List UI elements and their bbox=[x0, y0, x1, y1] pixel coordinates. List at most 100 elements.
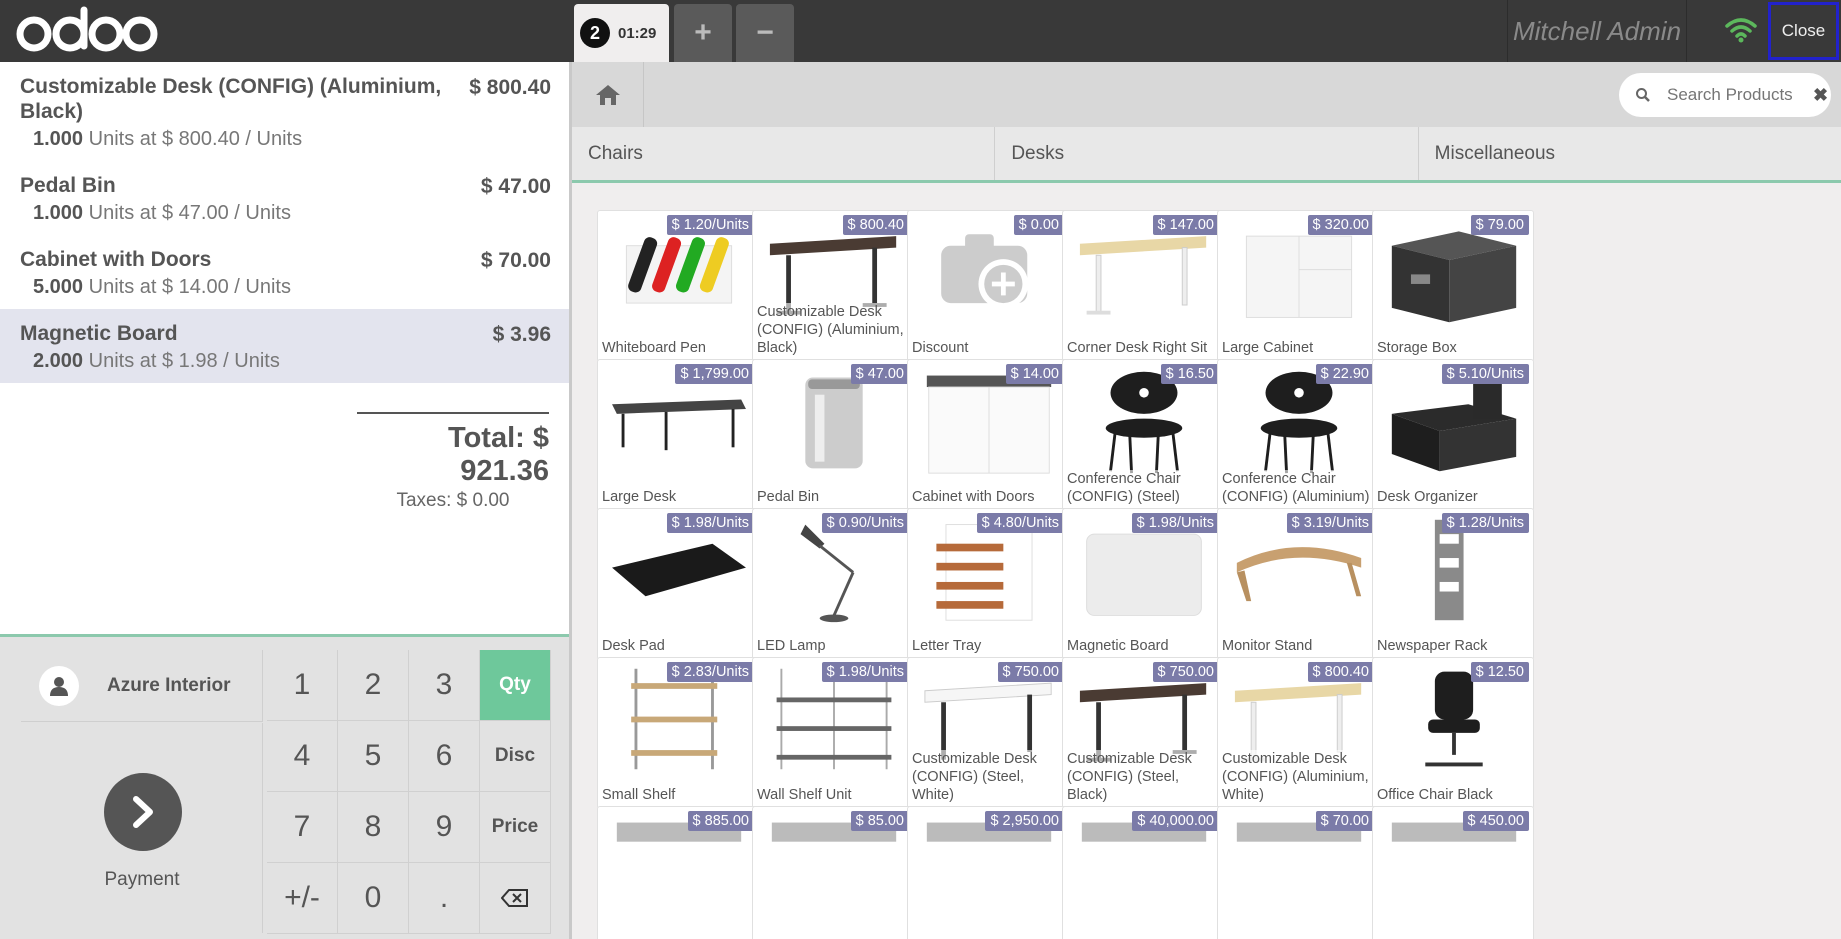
numpad-key-0[interactable]: 0 bbox=[338, 863, 409, 934]
order-line-qty: 1.000 bbox=[33, 202, 84, 224]
order-line[interactable]: Cabinet with Doors $ 70.00 5.000 Units a… bbox=[0, 235, 569, 309]
category-miscellaneous[interactable]: Miscellaneous bbox=[1419, 127, 1841, 180]
delete-order-button[interactable]: − bbox=[736, 4, 794, 62]
product-card[interactable]: $ 450.00 bbox=[1372, 806, 1534, 939]
product-card[interactable]: $ 47.00 Pedal Bin bbox=[752, 359, 914, 511]
search-input[interactable] bbox=[1667, 85, 1797, 105]
order-summary: Total: $ 921.36 Taxes: $ 0.00 bbox=[357, 412, 549, 512]
wifi-icon bbox=[1725, 18, 1757, 43]
order-tab[interactable]: 2 01:29 bbox=[574, 4, 669, 62]
order-line-unit-info: Units at $ 1.98 / Units bbox=[88, 350, 280, 372]
product-name: Small Shelf bbox=[602, 786, 756, 804]
product-card[interactable]: $ 2.83/Units Small Shelf bbox=[597, 657, 759, 809]
order-line[interactable]: Customizable Desk (CONFIG) (Aluminium, B… bbox=[0, 62, 569, 161]
product-card[interactable]: $ 70.00 bbox=[1217, 806, 1379, 939]
product-card[interactable]: $ 750.00 Customizable Desk (CONFIG) (Stee… bbox=[907, 657, 1069, 809]
price-tag: $ 1,799.00 bbox=[675, 364, 754, 384]
product-card[interactable]: $ 1,799.00 Large Desk bbox=[597, 359, 759, 511]
product-card[interactable]: $ 5.10/Units Desk Organizer bbox=[1372, 359, 1534, 511]
numpad-key-2[interactable]: 2 bbox=[338, 650, 409, 721]
user-area[interactable]: Mitchell Admin bbox=[1507, 0, 1687, 62]
product-card[interactable]: $ 22.90 Conference Chair (CONFIG) (Alumin… bbox=[1217, 359, 1379, 511]
product-card[interactable]: $ 1.98/Units Magnetic Board bbox=[1062, 508, 1224, 660]
order-lines: Customizable Desk (CONFIG) (Aluminium, B… bbox=[0, 62, 569, 383]
product-name: LED Lamp bbox=[757, 637, 911, 655]
price-tag: $ 320.00 bbox=[1307, 215, 1374, 235]
product-card[interactable]: $ 16.50 Conference Chair (CONFIG) (Steel) bbox=[1062, 359, 1224, 511]
order-line-unit-info: Units at $ 14.00 / Units bbox=[88, 276, 291, 298]
order-line[interactable]: Pedal Bin $ 47.00 1.000 Units at $ 47.00… bbox=[0, 161, 569, 235]
product-name: Pedal Bin bbox=[757, 488, 911, 506]
price-tag: $ 0.00 bbox=[1013, 215, 1064, 235]
product-card[interactable]: $ 885.00 bbox=[597, 806, 759, 939]
numpad-key-9[interactable]: 9 bbox=[409, 792, 480, 863]
search-icon bbox=[1636, 88, 1650, 102]
product-name: Customizable Desk (CONFIG) (Aluminium, B… bbox=[757, 303, 911, 357]
product-card[interactable]: $ 147.00 Corner Desk Right Sit bbox=[1062, 210, 1224, 362]
product-card[interactable]: $ 14.00 Cabinet with Doors bbox=[907, 359, 1069, 511]
product-card[interactable]: $ 1.98/Units Desk Pad bbox=[597, 508, 759, 660]
order-line-info: 5.000 Units at $ 14.00 / Units bbox=[33, 276, 549, 299]
category-desks[interactable]: Desks bbox=[995, 127, 1419, 180]
payment-button[interactable]: Payment bbox=[21, 723, 263, 933]
numpad-key-plus-minus[interactable]: +/- bbox=[267, 863, 338, 934]
product-card[interactable]: $ 4.80/Units Letter Tray bbox=[907, 508, 1069, 660]
numpad-key-1[interactable]: 1 bbox=[267, 650, 338, 721]
numpad-key-5[interactable]: 5 bbox=[338, 721, 409, 792]
product-name: Customizable Desk (CONFIG) (Steel, Black… bbox=[1067, 750, 1221, 804]
order-line-selected[interactable]: Magnetic Board $ 3.96 2.000 Units at $ 1… bbox=[0, 309, 569, 383]
product-card[interactable]: $ 800.40 Customizable Desk (CONFIG) (Alum… bbox=[752, 210, 914, 362]
numpad-key-3[interactable]: 3 bbox=[409, 650, 480, 721]
price-tag: $ 3.19/Units bbox=[1286, 513, 1374, 533]
close-button[interactable]: Close bbox=[1768, 2, 1839, 60]
product-card[interactable]: $ 0.90/Units LED Lamp bbox=[752, 508, 914, 660]
product-card[interactable]: $ 1.98/Units Wall Shelf Unit bbox=[752, 657, 914, 809]
price-tag: $ 147.00 bbox=[1152, 215, 1219, 235]
product-card[interactable]: $ 0.00 Discount bbox=[907, 210, 1069, 362]
order-line-price: $ 3.96 bbox=[492, 323, 551, 346]
product-card[interactable]: $ 750.00 Customizable Desk (CONFIG) (Stee… bbox=[1062, 657, 1224, 809]
order-line-qty: 5.000 bbox=[33, 276, 84, 298]
clear-search-icon[interactable]: ✖ bbox=[1813, 85, 1828, 106]
numpad-key-8[interactable]: 8 bbox=[338, 792, 409, 863]
product-name: Large Desk bbox=[602, 488, 756, 506]
product-card[interactable]: $ 1.28/Units Newspaper Rack bbox=[1372, 508, 1534, 660]
order-taxes: Taxes: $ 0.00 bbox=[396, 490, 510, 511]
numpad-key-7[interactable]: 7 bbox=[267, 792, 338, 863]
numpad-key-dot[interactable]: . bbox=[409, 863, 480, 934]
price-tag: $ 800.40 bbox=[1307, 662, 1374, 682]
price-tag: $ 22.90 bbox=[1315, 364, 1374, 384]
product-card[interactable]: $ 3.19/Units Monitor Stand bbox=[1217, 508, 1379, 660]
product-card[interactable]: $ 85.00 bbox=[752, 806, 914, 939]
customer-button[interactable]: Azure Interior bbox=[21, 650, 263, 722]
product-name: Customizable Desk (CONFIG) (Aluminium, W… bbox=[1222, 750, 1376, 804]
product-card[interactable]: $ 79.00 Storage Box bbox=[1372, 210, 1534, 362]
top-bar: odoo 2 01:29 + − Mitchell Admin Close bbox=[0, 0, 1841, 62]
home-button[interactable] bbox=[572, 62, 644, 127]
price-tag: $ 79.00 bbox=[1470, 215, 1529, 235]
product-name: Office Chair Black bbox=[1377, 786, 1531, 804]
order-time: 01:29 bbox=[618, 24, 657, 42]
order-line-info: 1.000 Units at $ 47.00 / Units bbox=[33, 202, 549, 225]
product-card[interactable]: $ 1.20/Units Whiteboard Pen bbox=[597, 210, 759, 362]
order-line-price: $ 47.00 bbox=[480, 175, 551, 198]
mode-price-button[interactable]: Price bbox=[480, 792, 551, 863]
odoo-logo: odoo bbox=[16, 6, 158, 52]
mode-disc-button[interactable]: Disc bbox=[480, 721, 551, 792]
product-card[interactable]: $ 800.40 Customizable Desk (CONFIG) (Alum… bbox=[1217, 657, 1379, 809]
order-line-unit-info: Units at $ 800.40 / Units bbox=[88, 128, 303, 150]
numpad-key-6[interactable]: 6 bbox=[409, 721, 480, 792]
product-name: Discount bbox=[912, 339, 1066, 357]
backspace-icon[interactable] bbox=[480, 863, 551, 934]
numpad-key-4[interactable]: 4 bbox=[267, 721, 338, 792]
product-card[interactable]: $ 2,950.00 bbox=[907, 806, 1069, 939]
category-chairs[interactable]: Chairs bbox=[572, 127, 996, 180]
search-box[interactable]: ✖ bbox=[1619, 73, 1831, 117]
product-card[interactable]: $ 40,000.00 bbox=[1062, 806, 1224, 939]
order-number-badge: 2 bbox=[580, 18, 610, 48]
add-order-button[interactable]: + bbox=[674, 4, 732, 62]
price-tag: $ 4.80/Units bbox=[976, 513, 1064, 533]
product-card[interactable]: $ 12.50 Office Chair Black bbox=[1372, 657, 1534, 809]
mode-qty-button[interactable]: Qty bbox=[480, 650, 551, 721]
product-card[interactable]: $ 320.00 Large Cabinet bbox=[1217, 210, 1379, 362]
